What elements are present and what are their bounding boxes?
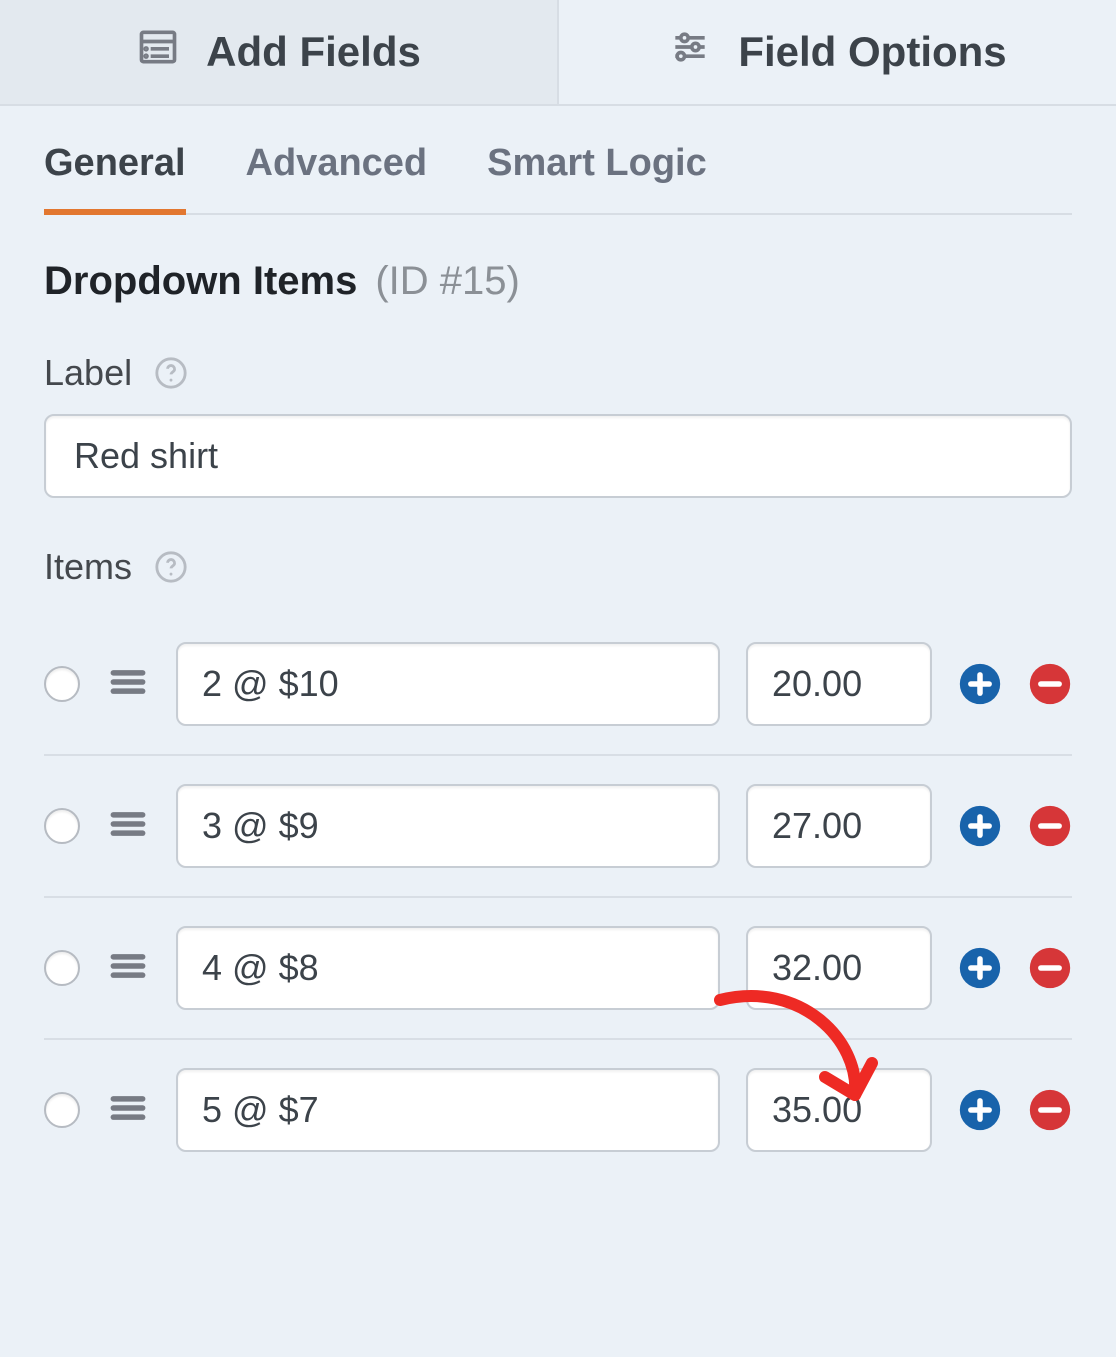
label-field-label: Label: [44, 352, 132, 394]
sliders-icon: [668, 25, 712, 79]
item-row: [44, 1040, 1072, 1180]
item-label-input[interactable]: [176, 926, 720, 1010]
help-icon[interactable]: [154, 550, 188, 584]
add-item-button[interactable]: [958, 1088, 1002, 1132]
add-item-button[interactable]: [958, 804, 1002, 848]
tab-field-options[interactable]: Field Options: [559, 0, 1116, 104]
item-row: [44, 614, 1072, 756]
item-label-input[interactable]: [176, 642, 720, 726]
items-field-label: Items: [44, 546, 132, 588]
list-icon: [136, 25, 180, 79]
help-icon[interactable]: [154, 356, 188, 390]
item-default-radio[interactable]: [44, 808, 80, 844]
grip-icon[interactable]: [106, 660, 150, 709]
items-block: Items: [0, 546, 1116, 1220]
item-label-input[interactable]: [176, 1068, 720, 1152]
item-label-input[interactable]: [176, 784, 720, 868]
remove-item-button[interactable]: [1028, 804, 1072, 848]
section-title: Dropdown Items (ID #15): [44, 259, 1072, 304]
remove-item-button[interactable]: [1028, 946, 1072, 990]
item-default-radio[interactable]: [44, 950, 80, 986]
grip-icon[interactable]: [106, 802, 150, 851]
item-default-radio[interactable]: [44, 666, 80, 702]
item-default-radio[interactable]: [44, 1092, 80, 1128]
grip-icon[interactable]: [106, 944, 150, 993]
item-price-input[interactable]: [746, 1068, 932, 1152]
grip-icon[interactable]: [106, 1086, 150, 1135]
item-price-input[interactable]: [746, 642, 932, 726]
sub-tab-advanced[interactable]: Advanced: [246, 106, 428, 215]
sub-tab-smart-logic[interactable]: Smart Logic: [487, 106, 707, 215]
remove-item-button[interactable]: [1028, 1088, 1072, 1132]
label-field-block: Label: [0, 352, 1116, 498]
tab-add-fields[interactable]: Add Fields: [0, 0, 557, 104]
tab-add-fields-label: Add Fields: [206, 28, 421, 76]
top-tabs: Add Fields Field Options: [0, 0, 1116, 106]
tab-field-options-label: Field Options: [738, 28, 1006, 76]
sub-tab-general[interactable]: General: [44, 106, 186, 215]
section-id-text: (ID #15): [375, 259, 520, 304]
sub-tabs: General Advanced Smart Logic: [44, 106, 1072, 215]
remove-item-button[interactable]: [1028, 662, 1072, 706]
label-input[interactable]: [44, 414, 1072, 498]
item-price-input[interactable]: [746, 784, 932, 868]
add-item-button[interactable]: [958, 662, 1002, 706]
add-item-button[interactable]: [958, 946, 1002, 990]
section-title-text: Dropdown Items: [44, 259, 357, 304]
item-row: [44, 898, 1072, 1040]
item-price-input[interactable]: [746, 926, 932, 1010]
item-row: [44, 756, 1072, 898]
